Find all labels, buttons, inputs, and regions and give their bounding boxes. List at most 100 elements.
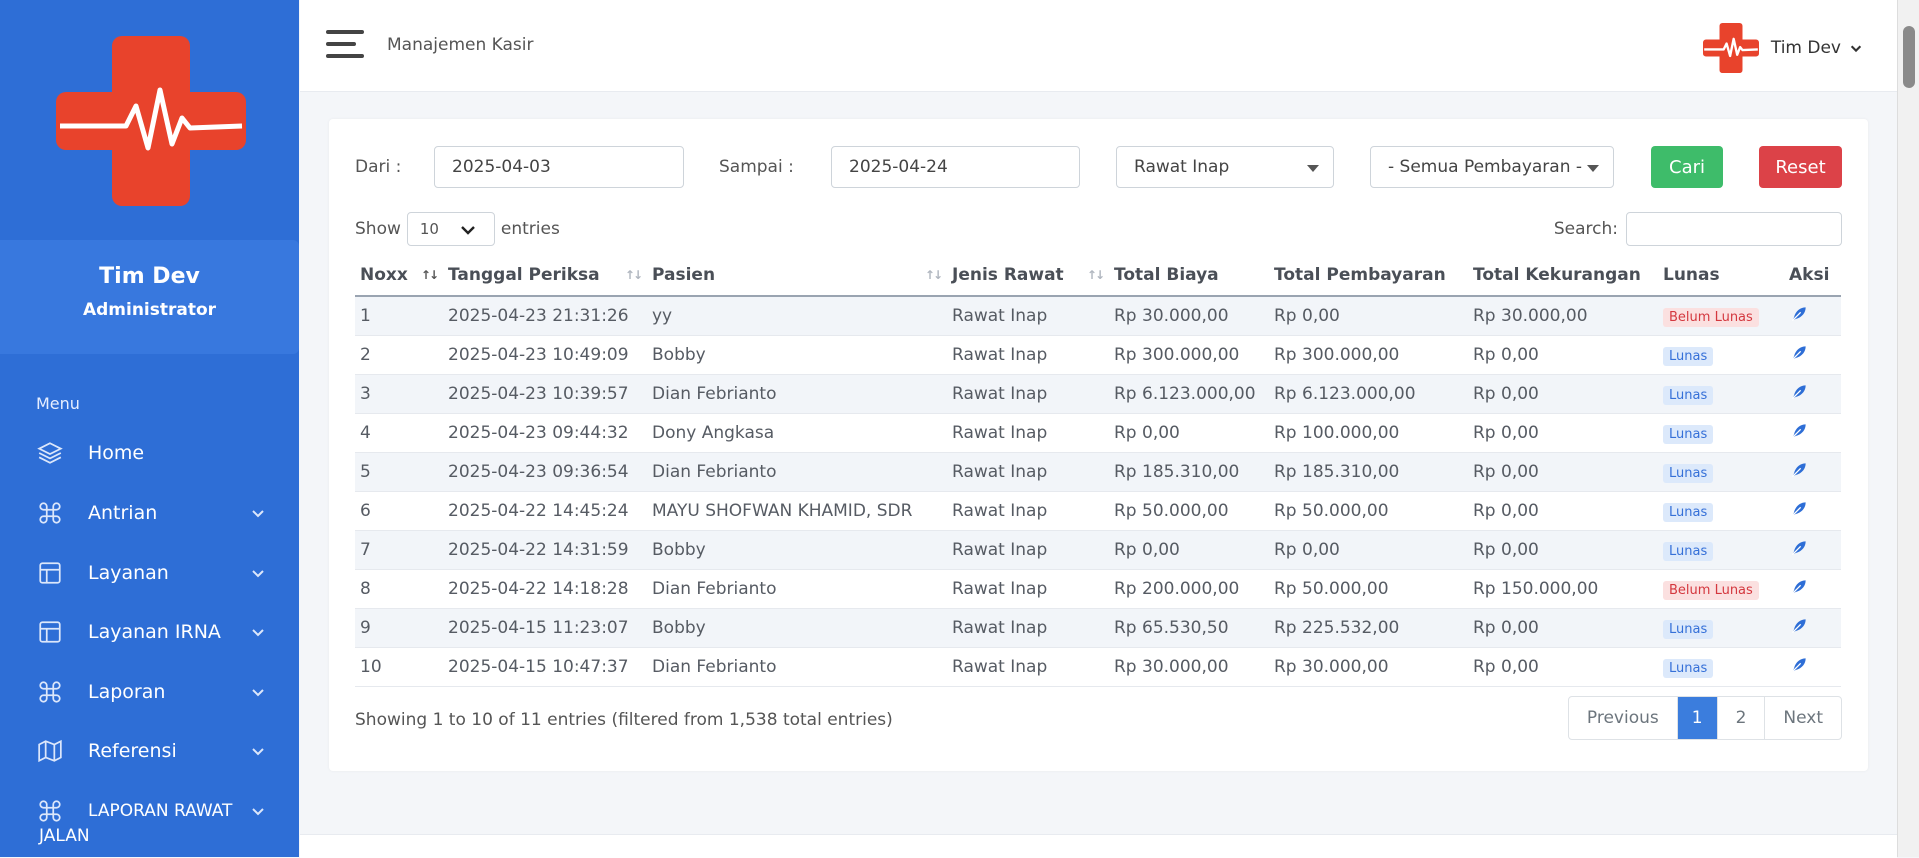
cell-aksi [1784,491,1841,531]
cell-pasien: MAYU SHOFWAN KHAMID, SDR [647,491,947,531]
pagination-next[interactable]: Next [1765,697,1841,739]
cari-button[interactable]: Cari [1651,146,1723,188]
cell-jenis-rawat: Rawat Inap [947,491,1109,531]
cell-pasien: Bobby [647,335,947,375]
sidebar-item-laporan[interactable]: Laporan [36,677,266,707]
chevron-down-icon [252,510,264,518]
cell-tanggal: 2025-04-23 09:36:54 [443,452,647,492]
cell-aksi [1784,452,1841,492]
edit-feather-icon[interactable] [1789,499,1809,519]
status-badge: Lunas [1663,541,1714,561]
sidebar-item-referensi[interactable]: Referensi [36,736,266,766]
cell-total-pembayaran: Rp 100.000,00 [1269,413,1468,453]
col-header-label: Total Biaya [1114,265,1219,285]
edit-feather-icon[interactable] [1789,655,1809,675]
pagination: Previous 1 2 Next [1567,696,1842,740]
cell-no: 6 [355,491,443,531]
col-header-tanggal[interactable]: Tanggal Periksa ↑↓ [443,255,647,297]
edit-feather-icon[interactable] [1789,460,1809,480]
cell-no: 3 [355,374,443,414]
sidebar-item-laporan-rawat-jalan[interactable]: LAPORAN RAWAT JALAN [36,796,266,846]
sidebar-item-layanan-irna[interactable]: Layanan IRNA [36,617,266,647]
show-label: Show [355,219,401,239]
cell-total-kekurangan: Rp 0,00 [1468,491,1658,531]
cell-total-kekurangan: Rp 0,00 [1468,374,1658,414]
reset-button[interactable]: Reset [1759,146,1842,188]
col-header-label: Total Pembayaran [1274,265,1446,285]
edit-feather-icon[interactable] [1789,616,1809,636]
status-badge: Lunas [1663,619,1714,639]
table-row: 2 2025-04-23 10:49:09 Bobby Rawat Inap Rp 30… [355,335,1841,375]
edit-feather-icon[interactable] [1789,421,1809,441]
menu-heading: Menu [36,394,80,413]
pagination-page-2[interactable]: 2 [1718,697,1766,739]
dari-date-input[interactable]: 2025-04-03 [434,146,684,188]
edit-feather-icon[interactable] [1789,343,1809,363]
command-icon [36,499,64,527]
search-input[interactable] [1626,212,1842,246]
search-label: Search: [1553,219,1618,239]
edit-feather-icon[interactable] [1789,538,1809,558]
cell-total-kekurangan: Rp 150.000,00 [1468,569,1658,609]
col-header-label: Pasien [652,265,716,285]
col-header-jenis-rawat[interactable]: Jenis Rawat ↑↓ [947,255,1109,297]
hamburger-menu-icon[interactable] [326,30,364,60]
cell-total-pembayaran: Rp 50.000,00 [1269,569,1468,609]
status-badge: Belum Lunas [1663,580,1759,600]
cell-aksi [1784,647,1841,687]
entries-label: entries [500,219,560,239]
footer-strip [300,834,1897,858]
cell-lunas: Lunas [1658,413,1784,453]
cell-total-biaya: Rp 0,00 [1109,413,1269,453]
cell-total-biaya: Rp 6.123.000,00 [1109,374,1269,414]
sort-icon: ↑↓ [624,268,643,282]
col-header-label: Jenis Rawat [952,265,1064,285]
sidebar-item-label: LAPORAN RAWAT [88,801,233,821]
page-title: Manajemen Kasir [387,35,534,55]
entries-length-select[interactable]: 10 [406,212,495,246]
edit-feather-icon[interactable] [1789,577,1809,597]
user-menu[interactable]: Tim Dev [1702,20,1863,76]
jenis-rawat-select[interactable]: Rawat Inap [1116,146,1334,188]
topbar: Manajemen Kasir Tim Dev [300,0,1897,92]
sort-icon: ↑↓ [924,268,943,282]
sidebar-item-label: Referensi [88,740,177,762]
map-icon [36,737,64,765]
cell-aksi [1784,569,1841,609]
table-row: 1 2025-04-23 21:31:26 yy Rawat Inap Rp 30.00… [355,296,1841,336]
sidebar-item-label: Layanan [88,562,169,584]
status-badge: Lunas [1663,424,1714,444]
edit-feather-icon[interactable] [1789,382,1809,402]
pagination-page-1[interactable]: 1 [1677,697,1718,739]
sidebar-item-home[interactable]: Home [36,438,266,468]
cell-aksi [1784,413,1841,453]
search-control: Search: [1554,212,1842,246]
cell-total-biaya: Rp 30.000,00 [1109,296,1269,336]
scrollbar-thumb[interactable] [1903,26,1915,88]
pagination-previous[interactable]: Previous [1569,697,1678,739]
status-badge: Lunas [1663,502,1714,522]
sidebar-item-label: Antrian [88,502,158,524]
edit-feather-icon[interactable] [1789,304,1809,324]
sidebar-item-layanan[interactable]: Layanan [36,558,266,588]
cell-lunas: Lunas [1658,608,1784,648]
chevron-down-icon [461,226,475,235]
col-header-label: Total Kekurangan [1473,265,1641,285]
medical-cross-logo[interactable] [56,36,246,206]
col-header-label: Noxx [360,265,408,285]
cell-aksi [1784,374,1841,414]
cell-pasien: yy [647,296,947,336]
col-header-noxx[interactable]: Noxx ↑↓ [355,255,443,297]
sampai-date-input[interactable]: 2025-04-24 [831,146,1080,188]
kasir-card: Dari : 2025-04-03 Sampai : 2025-04-24 Ra… [329,119,1868,771]
cell-total-biaya: Rp 50.000,00 [1109,491,1269,531]
pembayaran-select[interactable]: - Semua Pembayaran - [1370,146,1614,188]
cell-jenis-rawat: Rawat Inap [947,413,1109,453]
table-row: 4 2025-04-23 09:44:32 Dony Angkasa Rawat In… [355,413,1841,453]
col-header-pasien[interactable]: Pasien ↑↓ [647,255,947,297]
page-scrollbar[interactable] [1897,0,1919,857]
cell-lunas: Lunas [1658,374,1784,414]
sidebar-item-antrian[interactable]: Antrian [36,498,266,528]
chevron-down-icon [1850,45,1862,53]
sidebar-item-label-line2: JALAN [39,826,90,846]
